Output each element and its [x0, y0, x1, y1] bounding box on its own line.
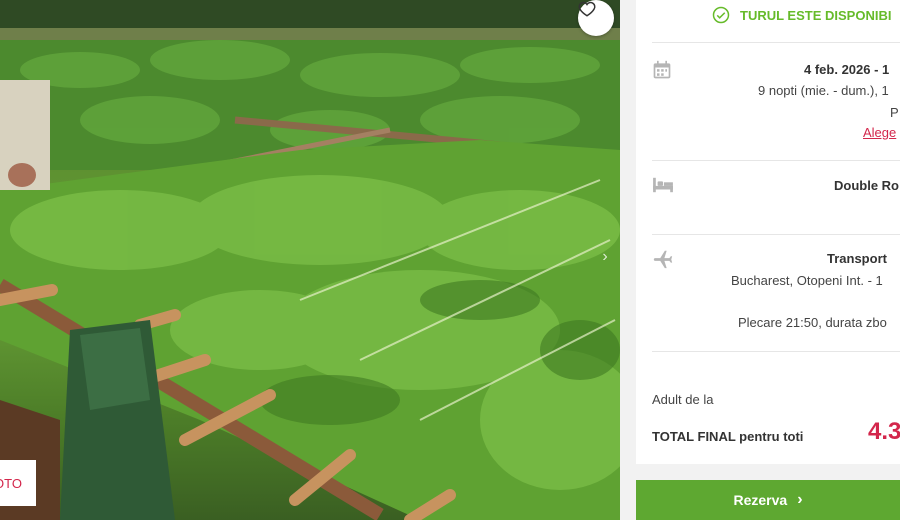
- photo-gallery-button[interactable]: OTO: [0, 460, 36, 506]
- choose-dates-link[interactable]: Alege: [863, 125, 896, 140]
- plane-icon: [653, 250, 673, 269]
- divider: [652, 160, 900, 161]
- photo-gallery-label: OTO: [0, 475, 22, 491]
- dates-extra: P: [890, 105, 899, 120]
- heart-icon: [578, 1, 596, 17]
- favorite-button[interactable]: [578, 0, 614, 36]
- availability-status: TURUL ESTE DISPONIBI: [712, 6, 891, 24]
- date-range: 4 feb. 2026 - 1: [804, 62, 890, 77]
- chevron-right-icon[interactable]: ›: [596, 248, 614, 266]
- tour-photo[interactable]: › OTO: [0, 0, 620, 520]
- bed-icon: [653, 177, 673, 193]
- total-price: 4.3: [868, 418, 900, 445]
- transport-title: Transport: [827, 251, 887, 266]
- check-circle-icon: [712, 6, 730, 24]
- divider: [652, 351, 900, 352]
- booking-panel: TURUL ESTE DISPONIBI 4 feb. 2026 - 1 9 n…: [636, 0, 900, 464]
- chevron-right-icon: ›: [797, 491, 803, 508]
- divider: [652, 42, 900, 43]
- availability-text: TURUL ESTE DISPONIBI: [740, 7, 892, 23]
- total-label: TOTAL FINAL pentru toti: [652, 429, 804, 444]
- adult-price-label: Adult de la: [652, 392, 714, 407]
- tobacco-field-illustration: [0, 0, 620, 520]
- transport-departure: Plecare 21:50, durata zbo: [738, 315, 887, 330]
- divider: [652, 234, 900, 235]
- transport-route: Bucharest, Otopeni Int. - 1: [731, 273, 883, 288]
- book-button[interactable]: Rezerva ›: [636, 480, 900, 520]
- calendar-icon: [653, 60, 671, 79]
- room-type: Double Ro: [834, 178, 899, 193]
- nights-info: 9 nopti (mie. - dum.), 1: [758, 83, 889, 98]
- book-button-label: Rezerva: [733, 492, 788, 508]
